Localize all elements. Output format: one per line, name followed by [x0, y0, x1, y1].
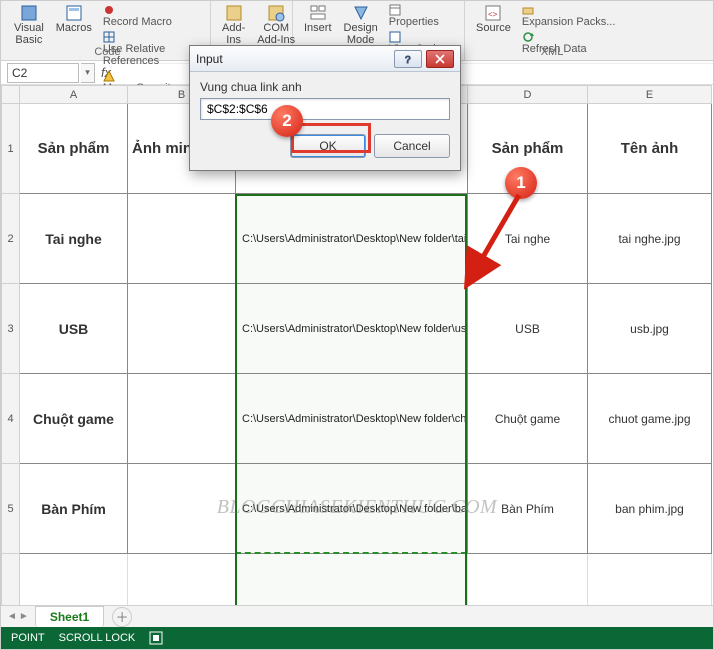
dialog-prompt: Vung chua link anh — [200, 80, 450, 94]
status-mode: POINT — [11, 632, 45, 644]
dialog-input[interactable] — [200, 98, 450, 120]
table-row[interactable]: 3 USB C:\Users\Administrator\Desktop\New… — [2, 284, 712, 374]
table-row[interactable]: 5 Bàn Phím C:\Users\Administrator\Deskto… — [2, 464, 712, 554]
status-scroll-lock: SCROLL LOCK — [59, 632, 136, 644]
tab-nav-prev[interactable]: ◄ — [7, 611, 17, 622]
cancel-button[interactable]: Cancel — [374, 134, 450, 158]
properties-icon — [389, 4, 401, 16]
close-button[interactable] — [426, 50, 454, 68]
sheet-tab-active[interactable]: Sheet1 — [35, 606, 104, 627]
addins-button[interactable]: Add- Ins — [219, 3, 248, 47]
ok-button[interactable]: OK — [290, 134, 366, 158]
refresh-icon — [522, 31, 534, 43]
properties-button[interactable]: Properties — [387, 3, 445, 29]
dialog-title: Input — [196, 52, 390, 66]
new-sheet-button[interactable]: ＋ — [112, 607, 132, 627]
tab-nav-next[interactable]: ► — [19, 611, 29, 622]
visual-basic-button[interactable]: Visual Basic — [11, 3, 47, 47]
code-icon — [389, 31, 401, 43]
com-addins-button[interactable]: COM Add-Ins — [254, 3, 298, 47]
design-mode-button[interactable]: Design Mode — [341, 3, 381, 47]
status-bar: POINT SCROLL LOCK — [1, 627, 713, 649]
warning-icon — [103, 70, 115, 82]
macro-record-status-icon[interactable] — [149, 631, 163, 645]
table-row[interactable]: 4 Chuột game C:\Users\Administrator\Desk… — [2, 374, 712, 464]
input-dialog: Input ? Vung chua link anh OK Cancel — [189, 45, 461, 171]
table-row[interactable]: 2 Tai nghe C:\Users\Administrator\Deskto… — [2, 194, 712, 284]
close-icon — [435, 54, 445, 64]
svg-text:<>: <> — [488, 10, 498, 19]
expansion-packs-button[interactable]: Expansion Packs... — [520, 3, 618, 29]
insert-controls-button[interactable]: Insert — [301, 3, 335, 36]
table-row[interactable] — [2, 554, 712, 606]
expansion-icon — [522, 4, 534, 16]
record-macro-button[interactable]: Record Macro — [101, 3, 204, 29]
svg-text:?: ? — [405, 55, 411, 64]
record-icon — [103, 4, 115, 16]
macros-button[interactable]: Macros — [53, 3, 95, 36]
sheet-tabs: ◄ ► Sheet1 ＋ — [1, 605, 713, 627]
help-button[interactable]: ? — [394, 50, 422, 68]
grid-icon — [103, 31, 115, 43]
group-xml-label: XML — [467, 44, 637, 60]
group-code-label: Code — [5, 44, 210, 60]
xml-source-button[interactable]: <> Source — [473, 3, 514, 36]
dialog-titlebar[interactable]: Input ? — [190, 46, 460, 72]
